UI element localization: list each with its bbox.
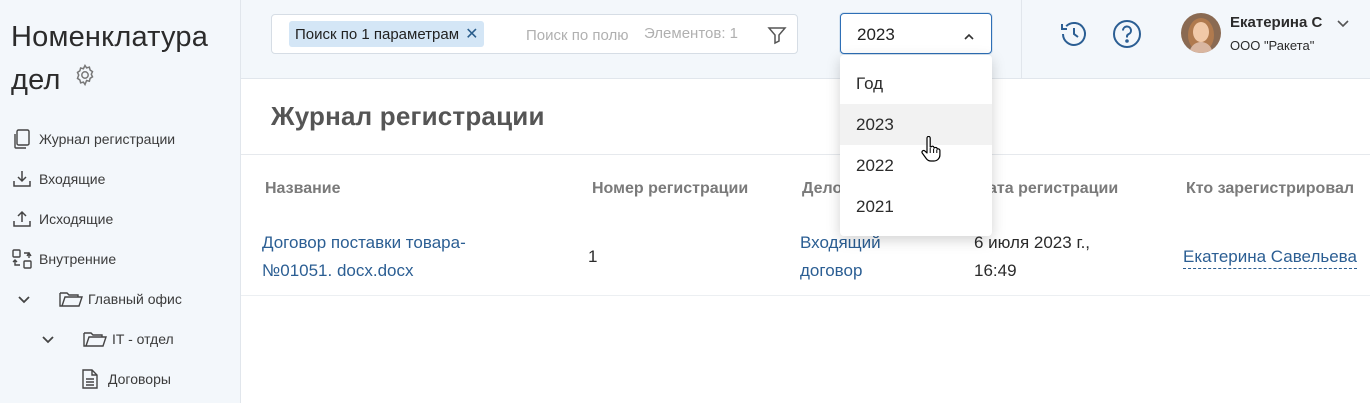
column-header-name[interactable]: Название bbox=[265, 180, 341, 198]
year-select[interactable]: 2023 bbox=[840, 13, 992, 54]
outbox-upload-icon bbox=[13, 210, 31, 227]
page-title: Журнал регистрации bbox=[271, 101, 545, 131]
column-header-case[interactable]: Дело bbox=[802, 180, 842, 198]
cell-date: 6 июля 2023 г., 16:49 bbox=[974, 229, 1090, 285]
chevron-down-icon[interactable] bbox=[1336, 16, 1350, 34]
search-filter-chip[interactable]: Поиск по 1 параметрам ✕ bbox=[289, 21, 485, 47]
year-dropdown-menu: Год 2023 2022 2021 bbox=[840, 55, 992, 236]
inbox-download-icon bbox=[13, 171, 31, 187]
column-header-registered-by[interactable]: Кто зарегистрировал bbox=[1186, 180, 1354, 198]
divider bbox=[1021, 0, 1022, 79]
chevron-down-icon[interactable] bbox=[40, 331, 56, 347]
app-root: Номенклатура дел Журнал регистрации Вход… bbox=[0, 0, 1370, 403]
avatar[interactable] bbox=[1181, 13, 1221, 53]
sidebar-title: Номенклатура дел bbox=[11, 16, 236, 102]
document-icon bbox=[82, 369, 98, 389]
chevron-up-icon bbox=[963, 29, 975, 47]
cell-name[interactable]: Договор поставки товара- №01051. docx.do… bbox=[262, 229, 466, 285]
history-icon[interactable] bbox=[1058, 18, 1090, 55]
dropdown-option-2021[interactable]: 2021 bbox=[840, 186, 992, 227]
cell-name-line1: Договор поставки товара- bbox=[262, 233, 466, 252]
year-select-value: 2023 bbox=[857, 25, 895, 44]
top-bar: Поиск по 1 параметрам ✕ Элементов: 1 202… bbox=[241, 0, 1370, 79]
sidebar-item-label: Входящие bbox=[39, 171, 106, 187]
dropdown-option-2022[interactable]: 2022 bbox=[840, 145, 992, 186]
folder-open-icon bbox=[83, 332, 107, 347]
filter-icon[interactable] bbox=[766, 24, 788, 51]
internal-swap-icon bbox=[12, 249, 32, 269]
sidebar-item-label: Исходящие bbox=[39, 211, 114, 227]
close-icon[interactable]: ✕ bbox=[465, 24, 478, 44]
search-box[interactable]: Поиск по 1 параметрам ✕ Элементов: 1 bbox=[271, 14, 798, 54]
cell-case-line2: договор bbox=[800, 261, 863, 280]
sidebar-item-main-office[interactable]: Главный офис bbox=[16, 280, 182, 318]
cell-registered-by[interactable]: Екатерина Савельева bbox=[1183, 246, 1357, 269]
copy-icon bbox=[14, 129, 30, 149]
sidebar-title-line1: Номенклатура bbox=[11, 21, 209, 53]
dropdown-option-2023[interactable]: 2023 bbox=[840, 104, 992, 145]
gear-icon[interactable] bbox=[73, 57, 97, 100]
sidebar-item-label: Договоры bbox=[108, 371, 171, 387]
cell-name-line2: №01051. docx.docx bbox=[262, 261, 414, 280]
chip-label: Поиск по 1 параметрам bbox=[295, 25, 460, 43]
sidebar-item-incoming[interactable]: Входящие bbox=[11, 160, 105, 198]
sidebar-item-it-department[interactable]: IT - отдел bbox=[40, 320, 174, 358]
divider bbox=[241, 295, 1370, 296]
folder-open-icon bbox=[59, 292, 83, 307]
dropdown-option-year[interactable]: Год bbox=[840, 63, 992, 104]
cell-number: 1 bbox=[588, 247, 598, 266]
sidebar-title-line2: дел bbox=[11, 64, 61, 96]
divider bbox=[241, 154, 1370, 155]
sidebar-item-label: Внутренние bbox=[39, 251, 117, 267]
user-org: ООО "Ракета" bbox=[1230, 38, 1315, 53]
sidebar-item-label: IT - отдел bbox=[112, 331, 174, 347]
sidebar-item-label: Журнал регистрации bbox=[39, 131, 176, 147]
column-header-date[interactable]: ата регистрации bbox=[988, 180, 1118, 198]
column-header-number[interactable]: Номер регистрации bbox=[592, 180, 748, 198]
sidebar-item-journal[interactable]: Журнал регистрации bbox=[11, 120, 175, 158]
sidebar-item-contracts[interactable]: Договоры bbox=[80, 360, 171, 398]
results-count: Элементов: 1 bbox=[644, 25, 739, 42]
sidebar: Номенклатура дел Журнал регистрации Вход… bbox=[0, 0, 241, 403]
chevron-down-icon[interactable] bbox=[16, 291, 32, 307]
sidebar-item-label: Главный офис bbox=[88, 291, 182, 307]
help-icon[interactable] bbox=[1111, 18, 1143, 55]
sidebar-title-line2-row: дел bbox=[11, 59, 236, 102]
cell-date-line2: 16:49 bbox=[974, 261, 1017, 280]
user-name[interactable]: Екатерина С bbox=[1230, 14, 1322, 31]
sidebar-item-outgoing[interactable]: Исходящие bbox=[11, 200, 113, 238]
cell-case[interactable]: Входящий договор bbox=[800, 229, 881, 285]
sidebar-item-internal[interactable]: Внутренние bbox=[11, 240, 116, 278]
search-input[interactable] bbox=[526, 24, 644, 46]
hand-cursor-icon bbox=[920, 135, 942, 167]
